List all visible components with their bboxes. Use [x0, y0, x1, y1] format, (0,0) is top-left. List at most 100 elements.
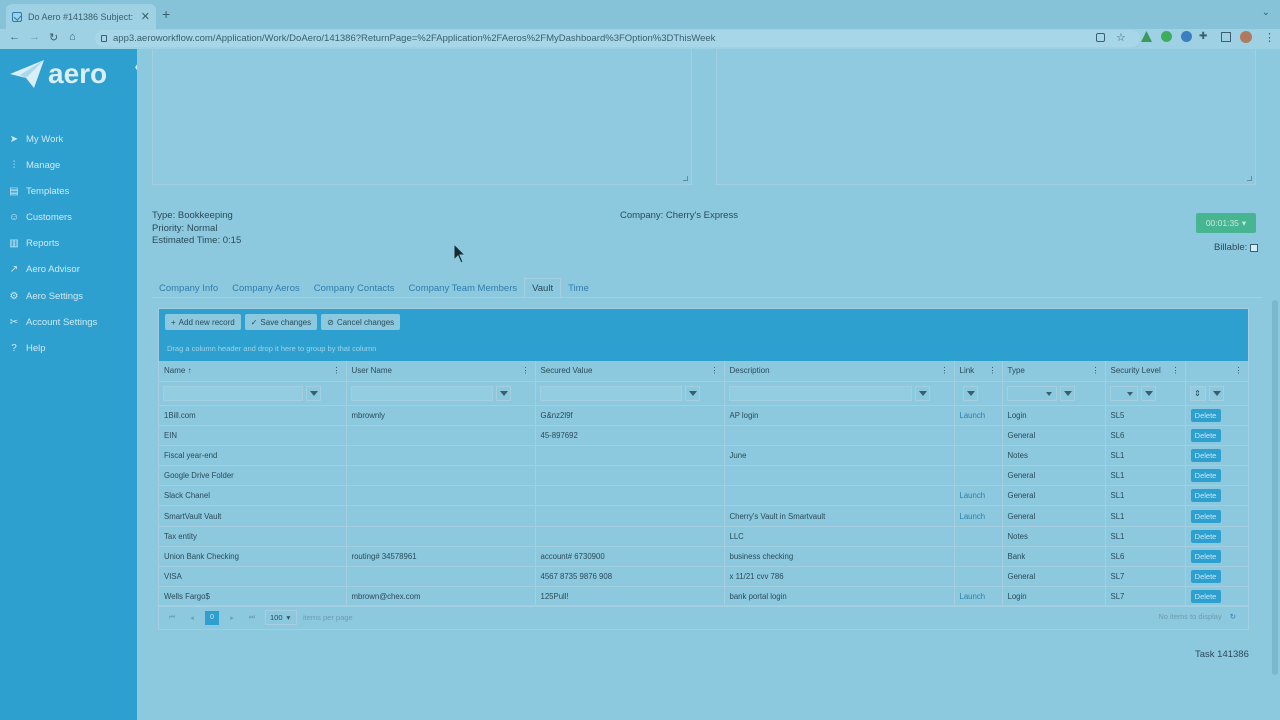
launch-link[interactable]: Launch — [960, 491, 986, 500]
column-menu-icon[interactable]: ⋮ — [1235, 366, 1243, 375]
close-tab-icon[interactable]: ✕ — [141, 10, 150, 23]
tab-list-chevron-icon[interactable]: ⌄ — [1262, 7, 1270, 18]
filter-icon[interactable] — [962, 385, 978, 401]
delete-button[interactable]: Delete — [1190, 408, 1221, 422]
cell-security-level[interactable]: SL6 — [1105, 546, 1186, 568]
cell-secured-value[interactable] — [535, 445, 725, 467]
cell-type[interactable]: Bank — [1002, 546, 1106, 568]
cell-security-level[interactable]: SL1 — [1105, 485, 1186, 507]
next-page-icon[interactable]: ▸ — [225, 611, 239, 625]
tab-vault[interactable]: Vault — [524, 278, 562, 298]
cell-type[interactable]: Login — [1002, 405, 1106, 426]
cell-security-level[interactable]: SL7 — [1105, 586, 1186, 608]
cell-link[interactable] — [954, 566, 1003, 588]
table-row[interactable]: EIN 45-897692 General SL6 Delete — [159, 425, 1249, 446]
launch-link[interactable]: Launch — [960, 592, 986, 601]
filter-icon[interactable] — [1208, 385, 1224, 401]
extensions-puzzle-icon[interactable]: ✚ — [1199, 31, 1207, 42]
sidepanel-icon[interactable] — [1221, 32, 1231, 42]
cell-description[interactable]: x 11/21 cvv 786 — [724, 566, 955, 588]
cell-user-name[interactable] — [346, 425, 536, 446]
cell-description[interactable]: business checking — [724, 546, 955, 568]
delete-button[interactable]: Delete — [1190, 529, 1221, 543]
billable-checkbox[interactable] — [1250, 243, 1259, 252]
cell-link[interactable] — [954, 445, 1003, 467]
sidebar-item-aero-settings[interactable]: ⚙ Aero Settings — [8, 291, 84, 302]
cell-link[interactable] — [954, 546, 1003, 568]
cell-description[interactable] — [724, 465, 955, 487]
cell-description[interactable]: AP login — [724, 405, 955, 426]
column-header-type[interactable]: Type ⋮ — [1002, 361, 1106, 382]
sidebar-item-account-settings[interactable]: ✂ Account Settings — [8, 317, 98, 328]
cell-user-name[interactable]: mbrownly — [346, 405, 536, 426]
cancel-changes-button[interactable]: ⊘ Cancel changes — [321, 314, 401, 330]
column-header-link[interactable]: Link ⋮ — [954, 361, 1003, 382]
column-menu-icon[interactable]: ⋮ — [1092, 366, 1100, 375]
cell-link[interactable]: Launch — [954, 405, 1003, 426]
sidebar-item-customers[interactable]: ☺ Customers — [8, 212, 72, 223]
table-row[interactable]: Tax entity LLC Notes SL1 Delete — [159, 526, 1249, 547]
cell-link[interactable] — [954, 425, 1003, 446]
cell-type[interactable]: Notes — [1002, 526, 1106, 547]
cell-type[interactable]: Login — [1002, 586, 1106, 608]
cell-security-level[interactable]: SL1 — [1105, 505, 1186, 527]
filter-icon[interactable] — [306, 385, 321, 401]
cell-security-level[interactable]: SL5 — [1105, 405, 1186, 426]
delete-button[interactable]: Delete — [1190, 509, 1221, 523]
browser-tab[interactable]: Do Aero #141386 Subject: Re ✕ — [6, 4, 156, 29]
table-row[interactable]: Union Bank Checking routing# 34578961 acco… — [159, 546, 1249, 568]
sidebar-item-my-work[interactable]: ➤ My Work — [8, 134, 64, 145]
cell-secured-value[interactable] — [535, 505, 725, 527]
timer-button[interactable]: 00:01:35 ▾ — [1196, 213, 1256, 233]
cell-user-name[interactable] — [346, 485, 536, 507]
cell-name[interactable]: Wells Fargo$ — [159, 586, 347, 608]
cell-type[interactable]: Notes — [1002, 445, 1106, 467]
column-menu-icon[interactable]: ⋮ — [333, 366, 341, 375]
table-row[interactable]: Fiscal year-end June Notes SL1 Delete — [159, 445, 1249, 467]
cell-security-level[interactable]: SL1 — [1105, 445, 1186, 467]
filter-select-type[interactable] — [1006, 385, 1057, 401]
tab-company-contacts[interactable]: Company Contacts — [307, 278, 402, 298]
cell-secured-value[interactable]: 4567 8735 9876 908 — [535, 566, 725, 588]
filter-icon[interactable] — [1059, 385, 1075, 401]
resize-grip-icon[interactable] — [683, 176, 688, 181]
column-header-security-level[interactable]: Security Level ⋮ — [1105, 361, 1186, 382]
last-page-icon[interactable]: ⏭ — [245, 611, 259, 625]
share-icon[interactable] — [1096, 33, 1105, 42]
delete-button[interactable]: Delete — [1190, 469, 1221, 483]
delete-button[interactable]: Delete — [1190, 590, 1221, 604]
group-by-bar[interactable]: Drag a column header and drop it here to… — [159, 335, 1248, 361]
cell-user-name[interactable] — [346, 505, 536, 527]
cell-secured-value[interactable] — [535, 526, 725, 547]
cell-user-name[interactable]: routing# 34578961 — [346, 546, 536, 568]
cell-secured-value[interactable]: G&nz2l9f — [535, 405, 725, 426]
cell-name[interactable]: SmartVault Vault — [159, 505, 347, 527]
first-page-icon[interactable]: ⏮ — [165, 611, 179, 625]
delete-button[interactable]: Delete — [1190, 448, 1221, 462]
column-menu-icon[interactable]: ⋮ — [989, 366, 997, 375]
home-button[interactable]: ⌂ — [69, 31, 76, 43]
cell-secured-value[interactable] — [535, 485, 725, 507]
cell-secured-value[interactable]: account# 6730900 — [535, 546, 725, 568]
cell-description[interactable]: Cherry's Vault in Smartvault — [724, 505, 955, 527]
billable-toggle[interactable]: Billable: — [1214, 242, 1259, 253]
column-menu-icon[interactable]: ⋮ — [941, 366, 949, 375]
filter-icon[interactable] — [1140, 385, 1156, 401]
resize-grip-icon[interactable] — [1247, 176, 1252, 181]
sidebar-item-manage[interactable]: ⫶ Manage — [8, 160, 61, 171]
bookmark-star-icon[interactable]: ☆ — [1116, 31, 1126, 44]
column-menu-icon[interactable]: ⋮ — [1172, 366, 1180, 375]
sidebar-item-help[interactable]: ? Help — [8, 343, 45, 354]
extension-icon[interactable] — [1181, 31, 1192, 42]
table-row[interactable]: SmartVault Vault Cherry's Vault in Smartv… — [159, 505, 1249, 527]
cell-description[interactable]: bank portal login — [724, 586, 955, 608]
back-button[interactable]: ← — [9, 31, 20, 43]
prev-page-icon[interactable]: ◂ — [185, 611, 199, 625]
column-header-secured-value[interactable]: Secured Value ⋮ — [535, 361, 725, 382]
delete-button[interactable]: Delete — [1190, 570, 1221, 584]
profile-avatar[interactable] — [1240, 31, 1252, 43]
cell-security-level[interactable]: SL6 — [1105, 425, 1186, 446]
cell-security-level[interactable]: SL1 — [1105, 526, 1186, 547]
cell-type[interactable]: General — [1002, 425, 1106, 446]
cell-description[interactable] — [724, 425, 955, 446]
